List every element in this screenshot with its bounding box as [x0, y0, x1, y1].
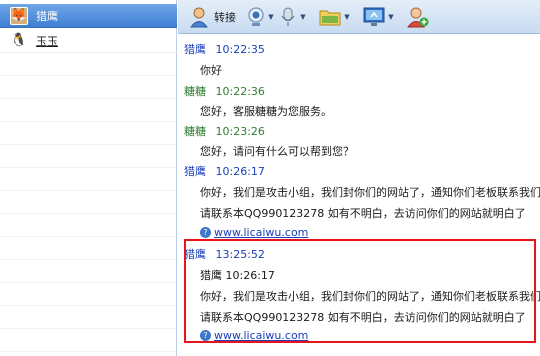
- link-icon: ?: [200, 227, 211, 238]
- transfer-button[interactable]: 转接: [214, 9, 236, 25]
- message-text: 你好，我们是攻击小组，我们封你们的网站了，通知你们老板联系我们: [200, 186, 540, 199]
- contact-name: 玉玉: [36, 34, 58, 48]
- empty-row: [0, 99, 176, 122]
- person-transfer-icon[interactable]: [188, 5, 210, 29]
- chevron-down-icon[interactable]: ▼: [266, 5, 276, 29]
- empty-row: [0, 168, 176, 191]
- message-time: 10:26:17: [215, 165, 265, 178]
- sender-name: 猎鹰: [184, 165, 206, 178]
- empty-row: [0, 260, 176, 283]
- microphone-icon[interactable]: [278, 5, 298, 29]
- empty-row: [0, 237, 176, 260]
- sender-name: 猎鹰: [184, 43, 206, 56]
- message-header: 糖糖 10:23:26: [184, 123, 265, 139]
- message-link-line: ? www.licaiwu.com: [200, 226, 308, 239]
- message-time: 10:23:26: [215, 125, 265, 138]
- empty-row: [0, 306, 176, 329]
- message-text: 您好，客服糖糖为您服务。: [200, 105, 332, 118]
- chat-toolbar: 转接 ▼ ▼ ▼ ▼: [178, 0, 540, 34]
- screen-share-icon[interactable]: [362, 5, 386, 29]
- message-text: 您好，请问有什么可以帮到您？: [200, 145, 354, 158]
- sender-name: 糖糖: [184, 85, 206, 98]
- highlight-box: [184, 239, 536, 343]
- sender-name: 糖糖: [184, 125, 206, 138]
- empty-row: [0, 76, 176, 99]
- chevron-down-icon[interactable]: ▼: [298, 5, 308, 29]
- empty-row: [0, 122, 176, 145]
- empty-row: [0, 145, 176, 168]
- message-header: 猎鹰 10:22:35: [184, 41, 265, 57]
- message-time: 10:22:36: [215, 85, 265, 98]
- empty-row: [0, 283, 176, 306]
- message-text: 请联系本QQ990123278 如有不明白，去访问你们的网站就明白了: [200, 207, 526, 220]
- folder-icon[interactable]: [318, 5, 342, 29]
- add-contact-icon[interactable]: [406, 5, 430, 29]
- fox-avatar-icon: 🦊: [10, 6, 28, 25]
- empty-row: [0, 214, 176, 237]
- webcam-icon[interactable]: [246, 5, 266, 29]
- chat-window: 🦊 猎鹰 🐧 玉玉 转接 ▼ ▼ ▼ ▼ 猎鹰 10:22:35 你好 糖糖 1…: [0, 0, 540, 356]
- contact-item-yuyu[interactable]: 🐧 玉玉: [0, 29, 177, 53]
- contact-item-lieying[interactable]: 🦊 猎鹰: [0, 4, 177, 28]
- contact-list: 🦊 猎鹰 🐧 玉玉: [0, 0, 177, 356]
- empty-row: [0, 329, 176, 352]
- message-text: 你好: [200, 64, 222, 77]
- message-header: 猎鹰 10:26:17: [184, 163, 265, 179]
- empty-row: [0, 53, 176, 76]
- message-time: 10:22:35: [215, 43, 265, 56]
- message-header: 糖糖 10:22:36: [184, 83, 265, 99]
- penguin-icon: 🐧: [10, 33, 28, 48]
- chevron-down-icon[interactable]: ▼: [386, 5, 396, 29]
- empty-row: [0, 191, 176, 214]
- chevron-down-icon[interactable]: ▼: [342, 5, 352, 29]
- website-link[interactable]: www.licaiwu.com: [214, 226, 308, 239]
- contact-name: 猎鹰: [36, 9, 58, 23]
